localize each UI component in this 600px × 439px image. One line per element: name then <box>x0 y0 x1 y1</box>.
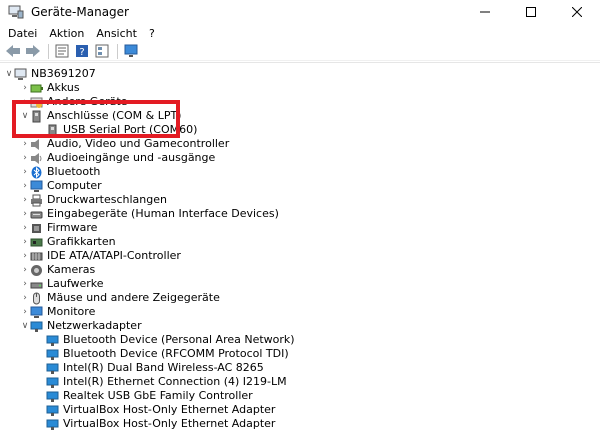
view-list-icon <box>95 44 109 58</box>
menu-bar: Datei Aktion Ansicht ? <box>0 24 600 43</box>
forward-button[interactable] <box>24 43 42 60</box>
tree-root-label: NB3691207 <box>31 67 96 80</box>
chevron-right-icon[interactable]: › <box>20 291 30 305</box>
ide-controller-icon <box>30 250 43 263</box>
help-icon: ? <box>76 45 88 58</box>
mouse-icon <box>30 292 43 305</box>
network-adapter-icon <box>30 320 43 333</box>
bluetooth-icon <box>30 166 43 179</box>
hid-icon <box>30 208 43 221</box>
properties-button[interactable] <box>53 43 71 60</box>
maximize-icon <box>526 7 536 17</box>
tree-item-network-child[interactable]: VirtualBox Host-Only Ethernet Adapter <box>46 403 275 417</box>
tree-item-laufwerke[interactable]: › Laufwerke <box>20 277 103 291</box>
speaker-icon <box>30 152 43 165</box>
tree-item-audioeingaenge[interactable]: › Audioeingänge und -ausgänge <box>20 151 215 165</box>
back-button[interactable] <box>4 43 22 60</box>
window-title: Geräte-Manager <box>31 5 129 19</box>
network-adapter-icon <box>46 376 59 389</box>
tree-item-bluetooth[interactable]: › Bluetooth <box>20 165 100 179</box>
display-adapter-icon <box>30 236 43 249</box>
battery-icon <box>30 82 43 95</box>
svg-text:?: ? <box>79 47 84 58</box>
chevron-right-icon[interactable]: › <box>20 137 30 151</box>
network-adapter-icon <box>46 362 59 375</box>
tree-item-network-child[interactable]: Intel(R) Dual Band Wireless-AC 8265 <box>46 361 264 375</box>
tree-item-firmware[interactable]: › Firmware <box>20 221 97 235</box>
tree-item-druckwarteschlangen[interactable]: › Druckwarteschlangen <box>20 193 167 207</box>
tree-item-network-child[interactable]: Bluetooth Device (RFCOMM Protocol TDI) <box>46 347 289 361</box>
monitor-icon <box>30 306 43 319</box>
tree-item-eingabegeraete[interactable]: › Eingabegeräte (Human Interface Devices… <box>20 207 279 221</box>
menu-help[interactable]: ? <box>143 24 161 43</box>
tree-item-audio-video[interactable]: › Audio, Video und Gamecontroller <box>20 137 229 151</box>
chevron-right-icon[interactable]: › <box>20 221 30 235</box>
chevron-right-icon[interactable]: › <box>20 235 30 249</box>
tree-item-grafikkarten[interactable]: › Grafikkarten <box>20 235 115 249</box>
chevron-right-icon[interactable]: › <box>20 277 30 291</box>
menu-ansicht[interactable]: Ansicht <box>90 24 143 43</box>
disk-drive-icon <box>30 278 43 291</box>
tree-item-kameras[interactable]: › Kameras <box>20 263 95 277</box>
tree-root[interactable]: ∨ NB3691207 <box>4 67 96 81</box>
view-button[interactable] <box>93 43 111 60</box>
help-button[interactable]: ? <box>73 43 91 60</box>
arrow-right-icon <box>26 45 40 57</box>
printer-icon <box>30 194 43 207</box>
tree-item-network-child[interactable]: VirtualBox Host-Only Ethernet Adapter <box>46 417 275 431</box>
chevron-right-icon[interactable]: › <box>20 81 30 95</box>
toolbar-separator <box>117 43 118 59</box>
chevron-right-icon[interactable]: › <box>20 305 30 319</box>
close-icon <box>572 7 582 17</box>
camera-icon <box>30 264 43 277</box>
audio-icon <box>30 138 43 151</box>
tree-item-network-child[interactable]: Bluetooth Device (Personal Area Network) <box>46 333 295 347</box>
tree-item-network-child[interactable]: Intel(R) Ethernet Connection (4) I219-LM <box>46 375 287 389</box>
computer-icon <box>14 68 27 81</box>
title-bar: Geräte-Manager <box>0 0 600 24</box>
tree-item-akkus[interactable]: › Akkus <box>20 81 79 95</box>
chevron-right-icon[interactable]: › <box>20 263 30 277</box>
tree-item-netzwerkadapter[interactable]: ∨ Netzwerkadapter <box>20 319 142 333</box>
network-adapter-icon <box>46 348 59 361</box>
maximize-button[interactable] <box>508 0 554 24</box>
network-adapter-icon <box>46 418 59 431</box>
chevron-right-icon[interactable]: › <box>20 179 30 193</box>
chevron-down-icon[interactable]: ∨ <box>20 319 30 333</box>
minimize-icon <box>480 11 490 13</box>
arrow-left-icon <box>6 45 20 57</box>
firmware-icon <box>30 222 43 235</box>
menu-datei[interactable]: Datei <box>2 24 43 43</box>
chevron-right-icon[interactable]: › <box>20 165 30 179</box>
tree-item-computer[interactable]: › Computer <box>20 179 102 193</box>
network-adapter-icon <box>46 390 59 403</box>
chevron-right-icon[interactable]: › <box>20 207 30 221</box>
tree-item-ide-controller[interactable]: › IDE ATA/ATAPI-Controller <box>20 249 181 263</box>
toolbar: ? <box>0 42 600 61</box>
computer-icon <box>30 180 43 193</box>
close-button[interactable] <box>554 0 600 24</box>
chevron-right-icon[interactable]: › <box>20 151 30 165</box>
tree-item-network-child[interactable]: Realtek USB GbE Family Controller <box>46 389 253 403</box>
chevron-right-icon[interactable]: › <box>20 249 30 263</box>
scan-hardware-button[interactable] <box>122 43 140 60</box>
tree-item-monitore[interactable]: › Monitore <box>20 305 95 319</box>
toolbar-separator <box>48 43 49 59</box>
monitor-scan-icon <box>124 44 138 57</box>
network-adapter-icon <box>46 404 59 417</box>
minimize-button[interactable] <box>462 0 508 24</box>
chevron-down-icon[interactable]: ∨ <box>4 67 14 81</box>
device-manager-icon <box>8 4 24 20</box>
tree-item-maeuse[interactable]: › Mäuse und andere Zeigegeräte <box>20 291 220 305</box>
chevron-right-icon[interactable]: › <box>20 193 30 207</box>
properties-icon <box>55 44 69 58</box>
highlight-box <box>12 100 180 138</box>
menu-aktion[interactable]: Aktion <box>43 24 90 43</box>
network-adapter-icon <box>46 334 59 347</box>
